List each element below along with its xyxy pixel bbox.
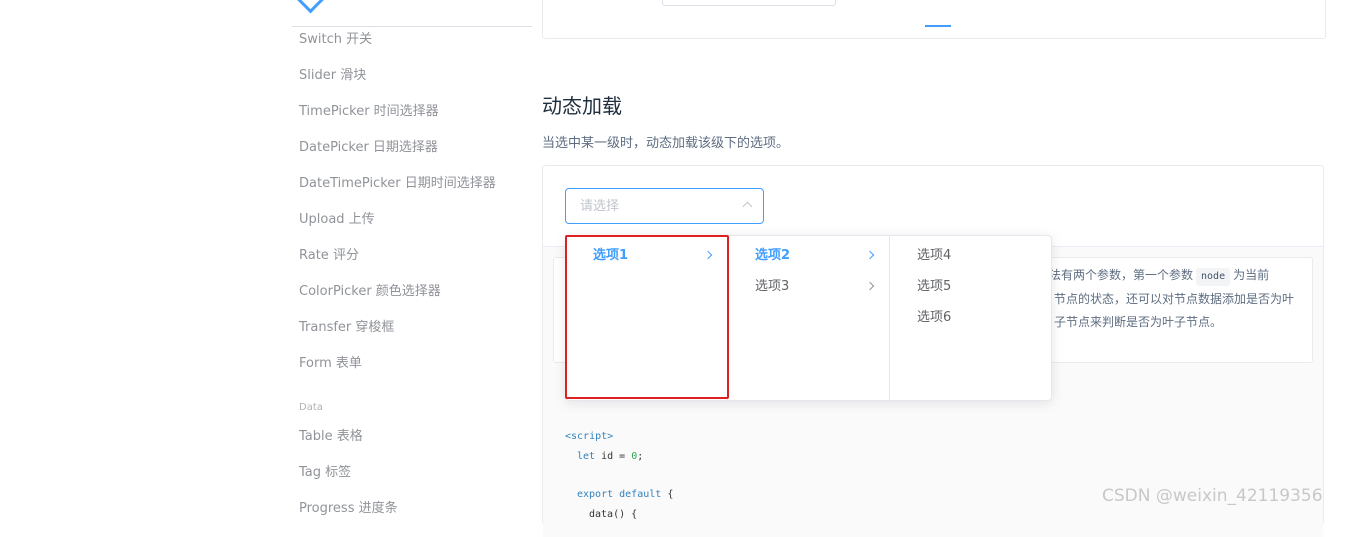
cascader-option-4[interactable]: 选项4 — [890, 240, 1051, 271]
code-keyword: let — [577, 451, 596, 462]
sidebar-item-table[interactable]: Table 表格 — [299, 427, 363, 447]
sidebar-item-datetimepicker[interactable]: DateTimePicker 日期时间选择器 — [299, 174, 496, 194]
option-label: 选项2 — [755, 248, 791, 263]
code-text: { — [661, 489, 674, 500]
code-text: ; — [637, 451, 644, 462]
sidebar-item-form[interactable]: Form 表单 — [299, 354, 362, 374]
section-title: 动态加载 — [542, 94, 622, 118]
tip-line-2: 节点的状态，还可以对节点数据添加是否为叶 — [1054, 292, 1295, 306]
option-label: 选项3 — [755, 279, 790, 294]
code-line: export default { — [577, 489, 673, 500]
sidebar-item-progress[interactable]: Progress 进度条 — [299, 499, 398, 519]
cascader-option-6[interactable]: 选项6 — [890, 302, 1051, 333]
cascader-menu-level-2: 选项2 选项3 — [728, 236, 890, 400]
chevron-right-icon — [865, 250, 875, 260]
code-line: <script> — [565, 431, 614, 442]
sidebar-item-tag[interactable]: Tag 标签 — [299, 463, 351, 483]
tip-code-node: node — [1196, 268, 1231, 286]
section-description: 当选中某一级时，动态加载该级下的选项。 — [542, 136, 790, 151]
previous-demo-block — [542, 0, 1326, 39]
cascader-option-3[interactable]: 选项3 — [728, 271, 889, 302]
watermark: CSDN @weixin_42119356 — [1102, 486, 1323, 506]
sidebar-item-slider[interactable]: Slider 滑块 — [299, 66, 366, 86]
sidebar-item-timepicker[interactable]: TimePicker 时间选择器 — [299, 102, 439, 122]
cascader-dropdown: 选项1 选项2 选项3 选项4 选项5 选项6 — [565, 235, 1052, 401]
code-line: data() { — [589, 509, 638, 520]
code-line: let id = 0; — [577, 451, 643, 462]
cascader-option-2[interactable]: 选项2 — [728, 240, 889, 271]
cascader-option-1[interactable]: 选项1 — [566, 240, 727, 271]
sidebar-group-data: Data — [299, 402, 323, 413]
option-label: 选项5 — [917, 279, 952, 294]
sidebar-item-transfer[interactable]: Transfer 穿梭框 — [299, 318, 394, 338]
code-text: id = — [595, 451, 632, 462]
cascader-text-field[interactable] — [566, 189, 763, 223]
option-label: 选项4 — [917, 248, 952, 263]
sidebar-item-upload[interactable]: Upload 上传 — [299, 210, 375, 230]
code-keyword: export default — [577, 489, 662, 500]
cascader-option-5[interactable]: 选项5 — [890, 271, 1051, 302]
sidebar-item-switch[interactable]: Switch 开关 — [299, 30, 372, 50]
option-label: 选项6 — [917, 310, 952, 325]
tip-text: 方法有两个参数，第一个参数 — [1037, 268, 1194, 282]
cascader-menu-level-3: 选项4 选项5 选项6 — [890, 236, 1051, 400]
cascader-input[interactable] — [565, 188, 764, 224]
chevron-right-icon — [865, 281, 875, 291]
cascader-menu-level-1: 选项1 — [566, 236, 728, 400]
sidebar-item-rate[interactable]: Rate 评分 — [299, 246, 359, 266]
tip-line-3: 子节点来判断是否为叶子节点。 — [1054, 315, 1223, 329]
sidebar-item-colorpicker[interactable]: ColorPicker 颜色选择器 — [299, 282, 441, 302]
chevron-right-icon — [703, 250, 713, 260]
logo-icon[interactable] — [295, 0, 326, 14]
header-divider — [292, 26, 532, 27]
tip-line-1: 方法有两个参数，第一个参数 node 为当前 — [1037, 264, 1269, 287]
sidebar-item-datepicker[interactable]: DatePicker 日期选择器 — [299, 138, 438, 158]
option-label: 选项1 — [593, 248, 629, 263]
tip-text: 为当前 — [1233, 268, 1270, 282]
